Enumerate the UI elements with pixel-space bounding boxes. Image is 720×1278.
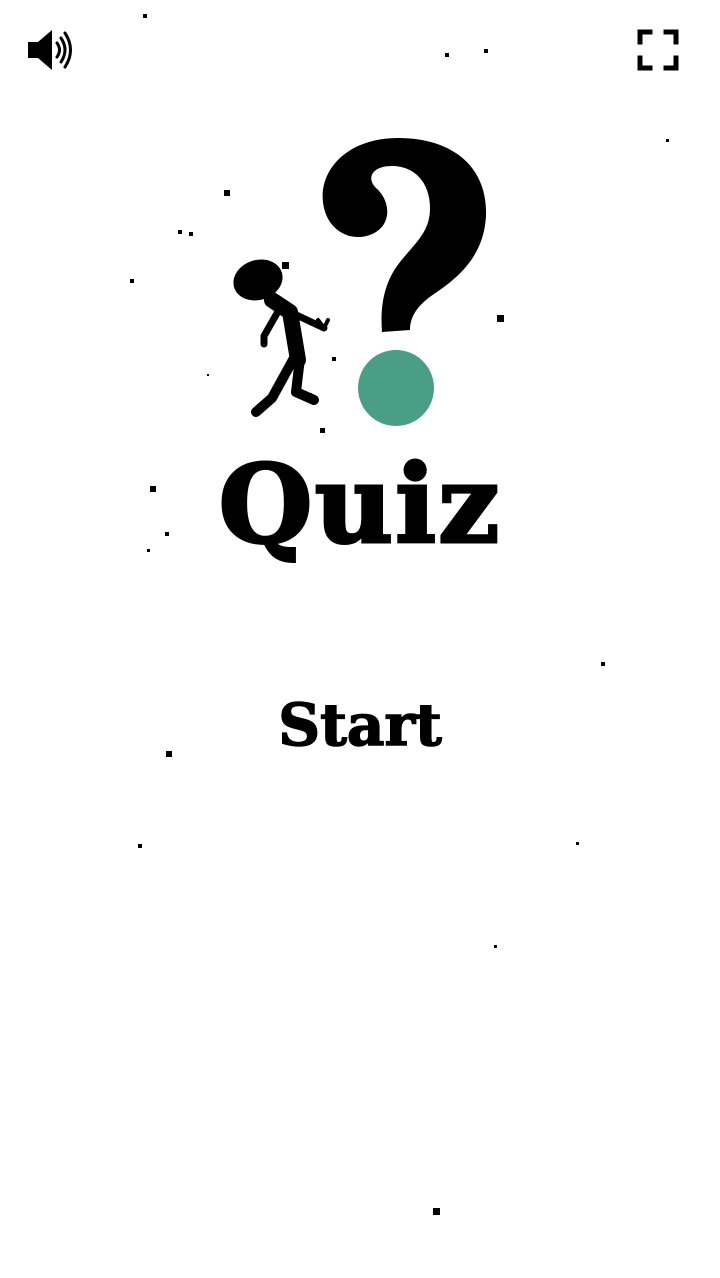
start-button[interactable]: Start <box>250 680 470 770</box>
stick-figure <box>233 259 330 417</box>
question-dot <box>358 350 434 426</box>
speaker-volume-icon <box>28 30 72 70</box>
sound-toggle-button[interactable] <box>22 22 78 78</box>
quiz-logo <box>233 138 487 426</box>
question-mark <box>322 138 487 332</box>
game-title: Quiz <box>217 442 502 568</box>
fullscreen-button[interactable] <box>630 22 686 78</box>
fullscreen-icon <box>637 29 679 71</box>
